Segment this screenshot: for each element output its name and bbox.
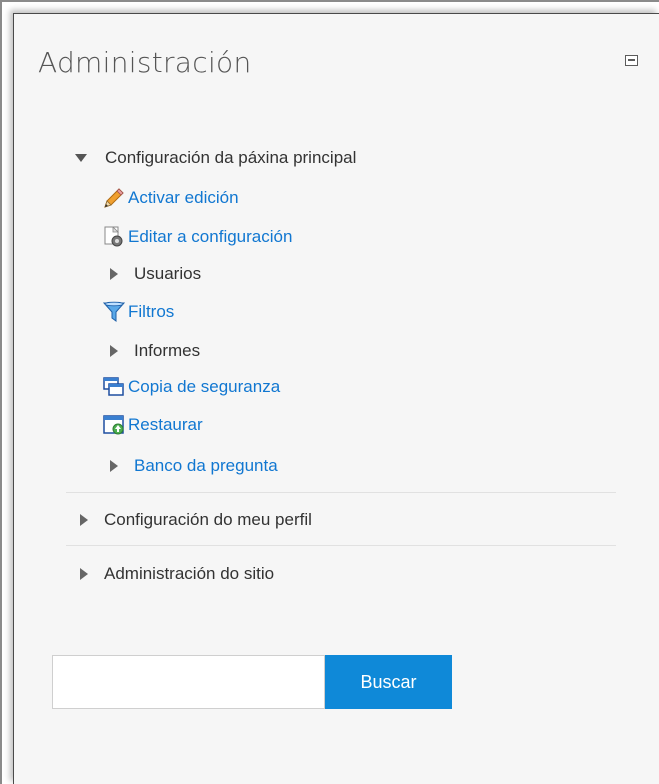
- tree-item-users[interactable]: Usuarios: [110, 264, 201, 284]
- pencil-icon: [103, 187, 125, 209]
- tree-item-restore[interactable]: Restaurar: [103, 414, 203, 436]
- tree-item-link[interactable]: Copia de seguranza: [128, 377, 280, 397]
- tree-item-backup[interactable]: Copia de seguranza: [103, 376, 280, 398]
- tree-item-link[interactable]: Filtros: [128, 302, 174, 322]
- tree-item-link[interactable]: Banco da pregunta: [134, 456, 278, 476]
- expanded-arrow-icon: [75, 154, 87, 162]
- collapsed-arrow-icon: [80, 514, 88, 526]
- tree-item-reports[interactable]: Informes: [110, 341, 200, 361]
- divider: [66, 545, 616, 546]
- restore-icon: [103, 414, 125, 436]
- tree-item-label: Configuración do meu perfil: [104, 510, 312, 529]
- tree-item-link[interactable]: Editar a configuración: [128, 227, 292, 247]
- settings-document-icon: [103, 226, 125, 248]
- tree-item-label: Configuración da páxina principal: [105, 148, 357, 167]
- tree-item-label: Administración do sitio: [104, 564, 275, 583]
- search-button[interactable]: Buscar: [325, 655, 452, 709]
- tree-item-link[interactable]: Activar edición: [128, 188, 239, 208]
- tree-item-site-administration[interactable]: Administración do sitio: [80, 564, 274, 584]
- tree-item-my-profile-settings[interactable]: Configuración do meu perfil: [80, 510, 312, 530]
- tree-item-edit-settings[interactable]: Editar a configuración: [103, 226, 292, 248]
- tree-item-label: Usuarios: [134, 264, 202, 283]
- collapse-icon[interactable]: [625, 55, 638, 66]
- tree-item-question-bank[interactable]: Banco da pregunta: [110, 456, 278, 476]
- divider: [66, 492, 616, 493]
- tree-item-front-page-settings[interactable]: Configuración da páxina principal: [75, 148, 356, 168]
- tree-item-filters[interactable]: Filtros: [102, 301, 174, 323]
- block-title: Administración: [38, 46, 252, 79]
- collapsed-arrow-icon: [110, 345, 118, 357]
- search-input[interactable]: [52, 655, 325, 709]
- tree-item-turn-editing-on[interactable]: Activar edición: [103, 187, 239, 209]
- collapsed-arrow-icon: [110, 268, 118, 280]
- tree-item-label: Informes: [134, 341, 201, 360]
- backup-icon: [103, 376, 125, 398]
- collapsed-arrow-icon: [80, 568, 88, 580]
- funnel-icon: [102, 301, 126, 323]
- tree-item-link[interactable]: Restaurar: [128, 415, 203, 435]
- collapsed-arrow-icon: [110, 460, 118, 472]
